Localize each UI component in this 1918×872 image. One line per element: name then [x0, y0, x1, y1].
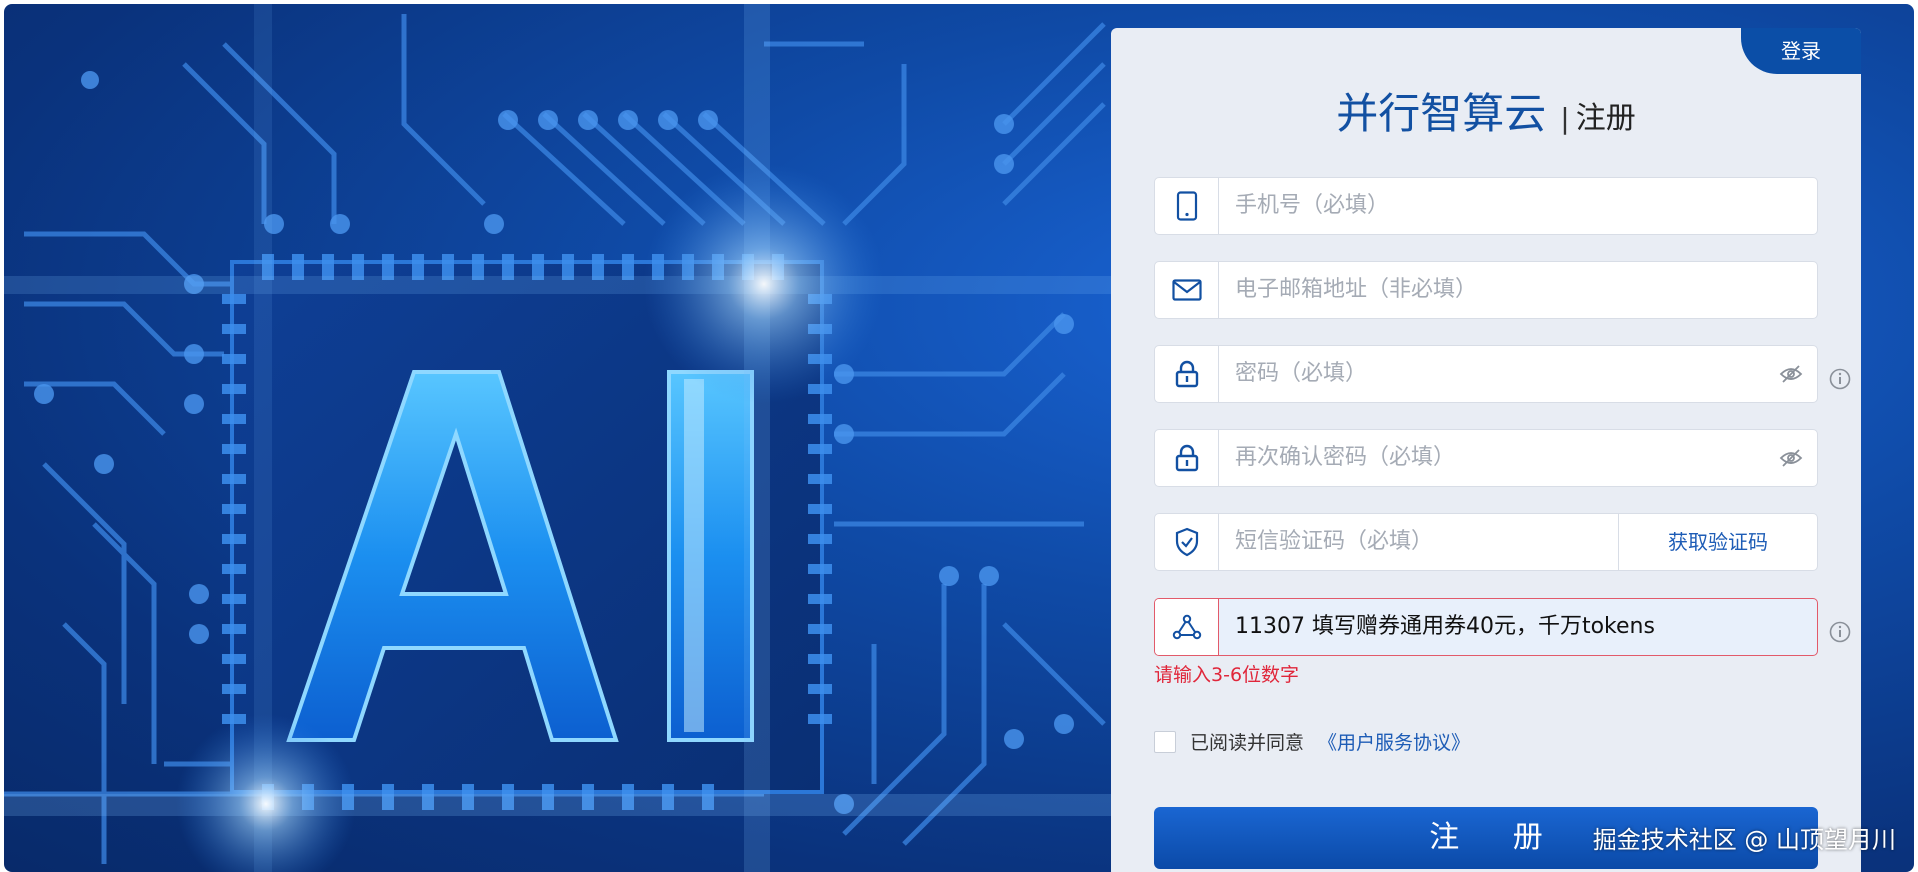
shield-check-icon — [1155, 514, 1219, 570]
mail-icon — [1155, 262, 1219, 318]
confirm-password-field[interactable]: 再次确认密码（必填） — [1154, 429, 1818, 487]
page-title: 并行智算云 | 注册 — [1111, 80, 1861, 141]
phone-icon — [1155, 178, 1219, 234]
confirm-password-input[interactable]: 再次确认密码（必填） — [1235, 430, 1455, 486]
register-card: 登录 并行智算云 | 注册 手机号（必填） 电子邮箱地址（非必填） 密码（必填） 再 — [1111, 28, 1861, 872]
eye-off-icon[interactable] — [1779, 363, 1803, 389]
email-field[interactable]: 电子邮箱地址（非必填） — [1154, 261, 1818, 319]
user-agreement-link[interactable]: 《用户服务协议》 — [1318, 728, 1470, 755]
invite-code-field[interactable]: 11307 填写赠券通用券40元，千万tokens — [1154, 598, 1818, 656]
agree-label: 已阅读并同意 — [1190, 732, 1305, 754]
brand-name: 并行智算云 — [1336, 89, 1547, 138]
eye-off-icon[interactable] — [1779, 447, 1803, 473]
phone-field[interactable]: 手机号（必填） — [1154, 177, 1818, 235]
title-separator: | — [1560, 102, 1570, 135]
login-tab[interactable]: 登录 — [1741, 28, 1861, 74]
invite-code-input[interactable]: 11307 填写赠券通用券40元，千万tokens — [1235, 599, 1655, 655]
lock-icon — [1155, 430, 1219, 486]
password-input[interactable]: 密码（必填） — [1235, 346, 1367, 402]
sms-code-input[interactable]: 短信验证码（必填） — [1235, 514, 1433, 570]
sms-code-field[interactable]: 短信验证码（必填） 获取验证码 — [1154, 513, 1818, 571]
password-info-icon[interactable] — [1829, 368, 1851, 394]
network-icon — [1155, 599, 1219, 655]
password-field[interactable]: 密码（必填） — [1154, 345, 1818, 403]
lock-icon — [1155, 346, 1219, 402]
watermark: 掘金技术社区 @ 山顶望月川 — [1592, 826, 1896, 854]
agreement-row: 已阅读并同意 《用户服务协议》 — [1154, 728, 1470, 755]
agree-checkbox[interactable] — [1154, 730, 1176, 753]
invite-info-icon[interactable] — [1829, 621, 1851, 647]
invite-error-message: 请输入3-6位数字 — [1154, 664, 1300, 686]
get-code-button[interactable]: 获取验证码 — [1618, 514, 1817, 570]
page-subtitle: 注册 — [1575, 101, 1636, 136]
phone-input[interactable]: 手机号（必填） — [1235, 178, 1389, 234]
email-input[interactable]: 电子邮箱地址（非必填） — [1235, 262, 1477, 318]
